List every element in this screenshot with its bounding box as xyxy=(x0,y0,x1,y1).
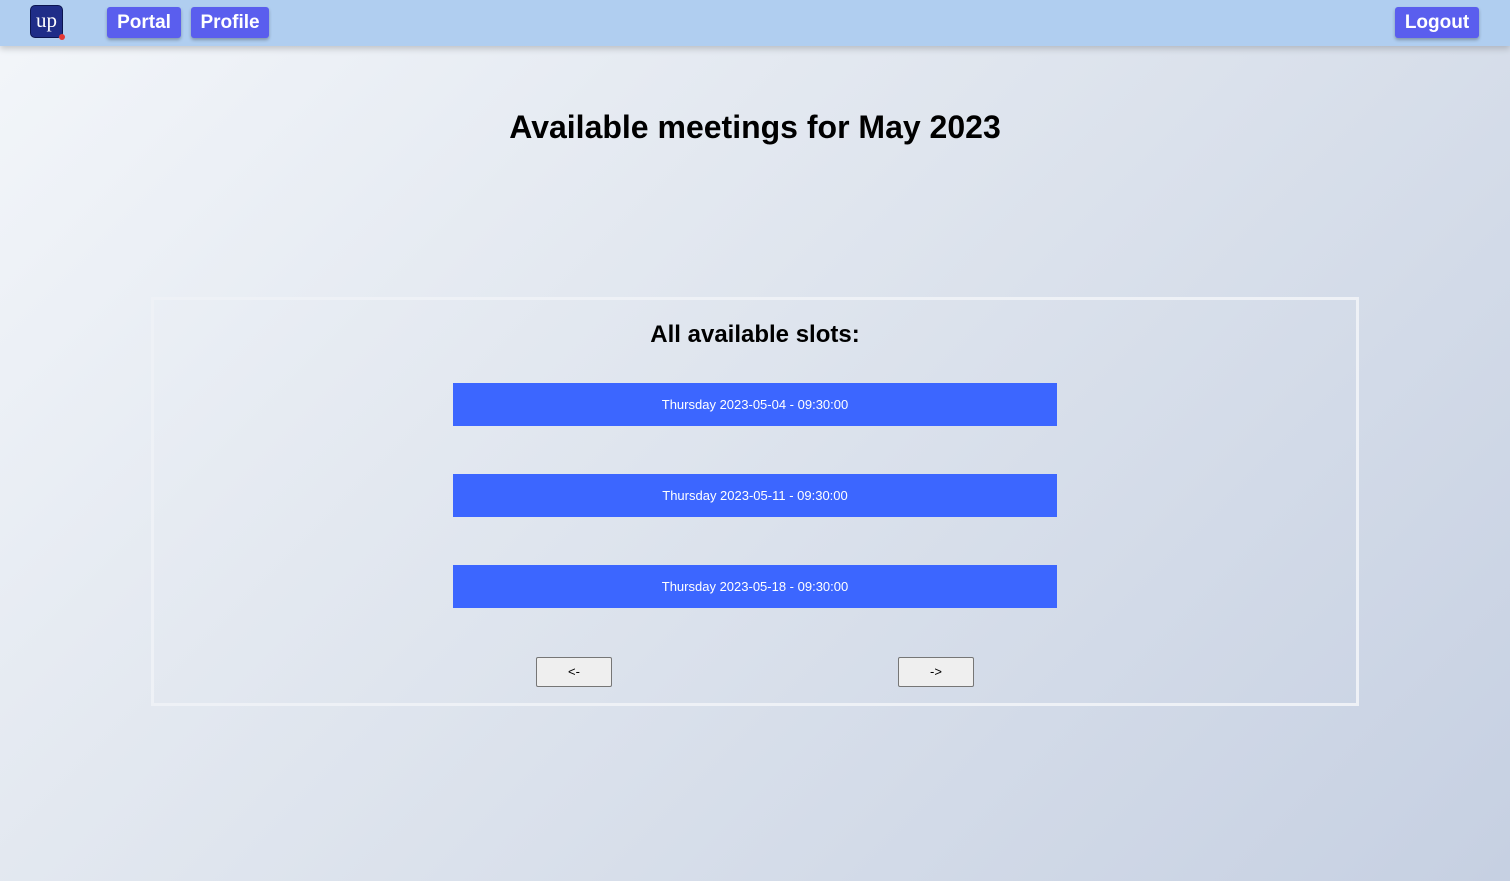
logo-text: up xyxy=(36,8,57,32)
page-title: Available meetings for May 2023 xyxy=(509,109,1001,145)
top-navbar: up Portal Profile Logout xyxy=(0,0,1510,46)
slots-panel: All available slots: Thursday 2023-05-04… xyxy=(151,297,1359,706)
logout-button[interactable]: Logout xyxy=(1395,7,1479,38)
slots-panel-title: All available slots: xyxy=(650,321,860,348)
profile-button[interactable]: Profile xyxy=(191,7,269,38)
previous-month-button[interactable]: <- xyxy=(536,657,612,687)
next-month-button[interactable]: -> xyxy=(898,657,974,687)
portal-button[interactable]: Portal xyxy=(107,7,181,38)
slot-button[interactable]: Thursday 2023-05-04 - 09:30:00 xyxy=(453,383,1057,426)
logo-dot xyxy=(59,34,65,40)
slot-button[interactable]: Thursday 2023-05-11 - 09:30:00 xyxy=(453,474,1057,517)
slot-button[interactable]: Thursday 2023-05-18 - 09:30:00 xyxy=(453,565,1057,608)
logo[interactable]: up xyxy=(30,5,65,40)
